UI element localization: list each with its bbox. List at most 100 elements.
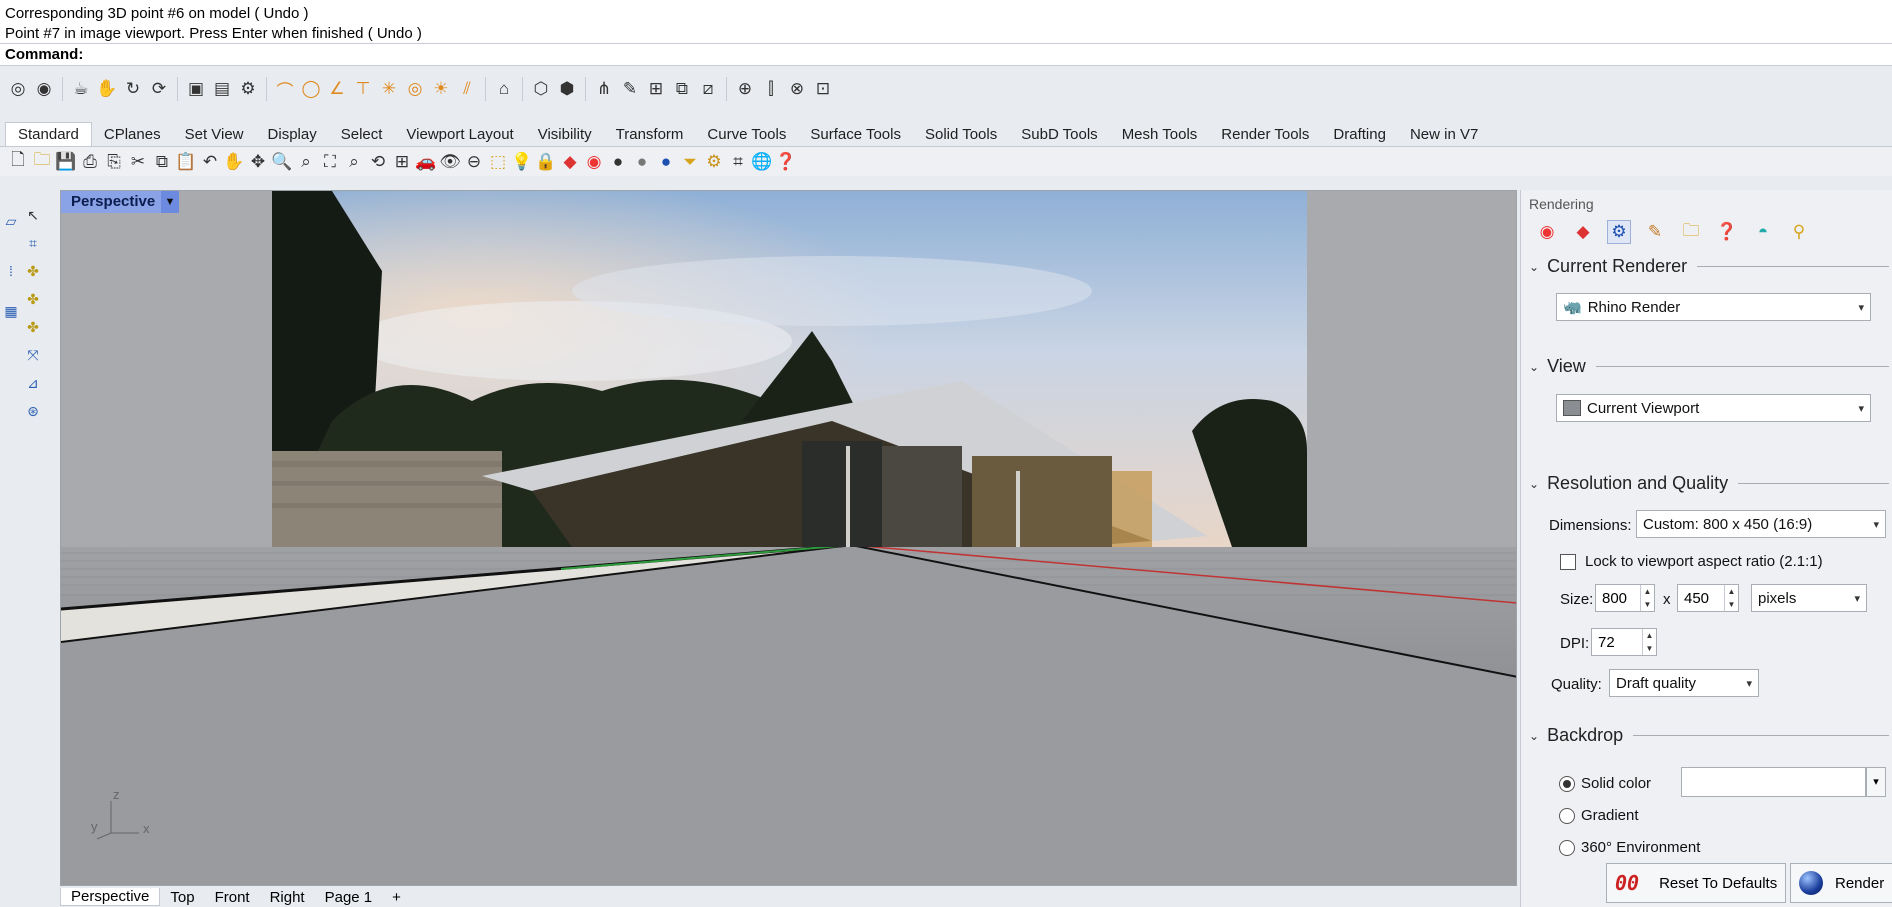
point-edit-icon[interactable]: ⌗ — [22, 232, 44, 254]
tab-new-in-v7[interactable]: New in V7 — [1398, 123, 1490, 146]
material-icon[interactable]: ◆ — [558, 150, 582, 174]
array-icon[interactable]: ⊛ — [22, 400, 44, 422]
tab-curve-tools[interactable]: Curve Tools — [695, 123, 798, 146]
tab-select[interactable]: Select — [329, 123, 395, 146]
window-icon[interactable]: ▣ — [184, 77, 208, 101]
blend-icon[interactable]: ◉ — [32, 77, 56, 101]
solid-color-swatch[interactable] — [1681, 767, 1866, 797]
zoom-extents-icon[interactable]: ⛶ — [318, 150, 342, 174]
spot-icon[interactable]: ◎ — [403, 77, 427, 101]
chevron-down-icon[interactable]: ⌄ — [1529, 477, 1539, 491]
options-gear-icon[interactable]: ⚙ — [702, 150, 726, 174]
move-icon[interactable]: ✤ — [22, 260, 44, 282]
spinner-icon[interactable]: ▲ ▼ — [1640, 585, 1654, 611]
hand-icon[interactable]: ✋ — [95, 77, 119, 101]
material-icon[interactable]: ◆ — [1571, 220, 1595, 244]
layout-icon[interactable]: ▤ — [210, 77, 234, 101]
refresh-icon[interactable]: ↻ — [121, 77, 145, 101]
pencil-icon[interactable]: ✎ — [618, 77, 642, 101]
texture-icon[interactable]: ✎ — [1643, 220, 1667, 244]
tab-display[interactable]: Display — [256, 123, 329, 146]
chevron-down-icon[interactable]: ⌄ — [1529, 729, 1539, 743]
chevron-down-icon[interactable]: ▾ — [1866, 767, 1886, 797]
lamp-post-icon[interactable]: ⊤ — [351, 77, 375, 101]
tab-mesh-tools[interactable]: Mesh Tools — [1110, 123, 1210, 146]
viewport-tab-top[interactable]: Top — [160, 889, 204, 906]
open-folder-icon[interactable]: 🗀 — [30, 150, 54, 174]
command-line[interactable]: Command: — [0, 44, 1892, 66]
lock-aspect-checkbox[interactable] — [1560, 554, 1576, 570]
rotate-view-icon[interactable]: ✥ — [246, 150, 270, 174]
snap-icon[interactable]: ⌗ — [726, 150, 750, 174]
view-select[interactable]: Current Viewport ▾ — [1556, 394, 1871, 422]
globe-icon[interactable]: ⊕ — [733, 77, 757, 101]
hide-icon[interactable]: 👁 — [438, 150, 462, 174]
ring-icon[interactable]: ◯ — [299, 77, 323, 101]
dimensions-select[interactable]: Custom: 800 x 450 (16:9) ▾ — [1636, 510, 1886, 538]
tab-set-view[interactable]: Set View — [173, 123, 256, 146]
viewport-menu-chevron-down-icon[interactable]: ▼ — [161, 191, 179, 213]
angle-icon[interactable]: ∠ — [325, 77, 349, 101]
viewport-grid-icon[interactable]: ⊞ — [390, 150, 414, 174]
folder-icon[interactable]: 🗀 — [1679, 220, 1703, 244]
viewport-tab-front[interactable]: Front — [205, 889, 260, 906]
mirror-icon[interactable]: ⊿ — [22, 372, 44, 394]
new-file-icon[interactable]: 🗋 — [6, 150, 30, 174]
scale-icon[interactable]: ⤧ — [22, 344, 44, 366]
car-icon[interactable]: 🚗 — [414, 150, 438, 174]
render-sphere-icon[interactable]: ● — [654, 150, 678, 174]
grass-icon[interactable]: ⋔ — [592, 77, 616, 101]
viewport-tab-perspective[interactable]: Perspective — [60, 888, 161, 906]
viewport-tab-page-1[interactable]: Page 1 — [315, 889, 383, 906]
align-icon[interactable]: ✤ — [22, 316, 44, 338]
section-view[interactable]: ⌄ View — [1529, 356, 1889, 377]
height-input[interactable]: 450 ▲ ▼ — [1677, 584, 1739, 612]
light-icon[interactable]: ⚲ — [1787, 220, 1811, 244]
rendered-sphere-icon[interactable]: ● — [630, 150, 654, 174]
spinner-icon[interactable]: ▲ ▼ — [1642, 629, 1656, 655]
curve-tool-icon[interactable]: ◎ — [6, 77, 30, 101]
color-wheel-icon[interactable]: ◉ — [582, 150, 606, 174]
chevron-down-icon[interactable]: ⌄ — [1529, 260, 1539, 274]
shaded-sphere-icon[interactable]: ● — [606, 150, 630, 174]
edit-icon[interactable]: ⧄ — [696, 77, 720, 101]
zoom-window-icon[interactable]: ⌕ — [294, 150, 318, 174]
side-tool-icon[interactable]: ▱ — [0, 210, 22, 232]
lock-icon[interactable]: 🔒 — [534, 150, 558, 174]
undo-view-icon[interactable]: ⟲ — [366, 150, 390, 174]
dpi-input[interactable]: 72 ▲ ▼ — [1591, 628, 1657, 656]
tab-render-tools[interactable]: Render Tools — [1209, 123, 1321, 146]
star-light-icon[interactable]: ✳ — [377, 77, 401, 101]
chevron-down-icon[interactable]: ⌄ — [1529, 360, 1539, 374]
tab-standard[interactable]: Standard — [5, 122, 92, 146]
section-backdrop[interactable]: ⌄ Backdrop — [1529, 725, 1889, 746]
cut-icon[interactable]: ✂ — [126, 150, 150, 174]
lamp-icon[interactable]: ⌒ — [273, 77, 297, 101]
color-wheel-icon[interactable]: ◉ — [1535, 220, 1559, 244]
environment-radio[interactable] — [1559, 840, 1575, 856]
sun-icon[interactable]: ☀ — [429, 77, 453, 101]
section-current-renderer[interactable]: ⌄ Current Renderer — [1529, 256, 1889, 277]
section-resolution[interactable]: ⌄ Resolution and Quality — [1529, 473, 1889, 494]
zoom-selected-icon[interactable]: ⌕ — [342, 150, 366, 174]
perspective-viewport[interactable]: Perspective ▼ z y x — [60, 190, 1517, 886]
import-icon[interactable]: ⎘ — [102, 150, 126, 174]
pan-hand-icon[interactable]: ✋ — [222, 150, 246, 174]
tab-transform[interactable]: Transform — [604, 123, 696, 146]
undo-icon[interactable]: ↶ — [198, 150, 222, 174]
linear-light-icon[interactable]: ⫽ — [455, 77, 479, 101]
paste-icon[interactable]: 📋 — [174, 150, 198, 174]
lock-box-icon[interactable]: ⊡ — [811, 77, 835, 101]
environment-icon[interactable]: ◓ — [1751, 220, 1775, 244]
grid-icon[interactable]: ⊞ — [644, 77, 668, 101]
units-select[interactable]: pixels ▾ — [1751, 584, 1867, 612]
tab-subd-tools[interactable]: SubD Tools — [1009, 123, 1109, 146]
width-input[interactable]: 800 ▲ ▼ — [1595, 584, 1655, 612]
add-tab-plus-icon[interactable]: + — [382, 889, 411, 906]
filter-icon[interactable]: ⏷ — [678, 150, 702, 174]
print-icon[interactable]: ⎙ — [78, 150, 102, 174]
copy-icon[interactable]: ⧉ — [670, 77, 694, 101]
settings-box-icon[interactable]: ⚙ — [236, 77, 260, 101]
copy-icon[interactable]: ⧉ — [150, 150, 174, 174]
select-arrow-icon[interactable]: ↖ — [22, 204, 44, 226]
